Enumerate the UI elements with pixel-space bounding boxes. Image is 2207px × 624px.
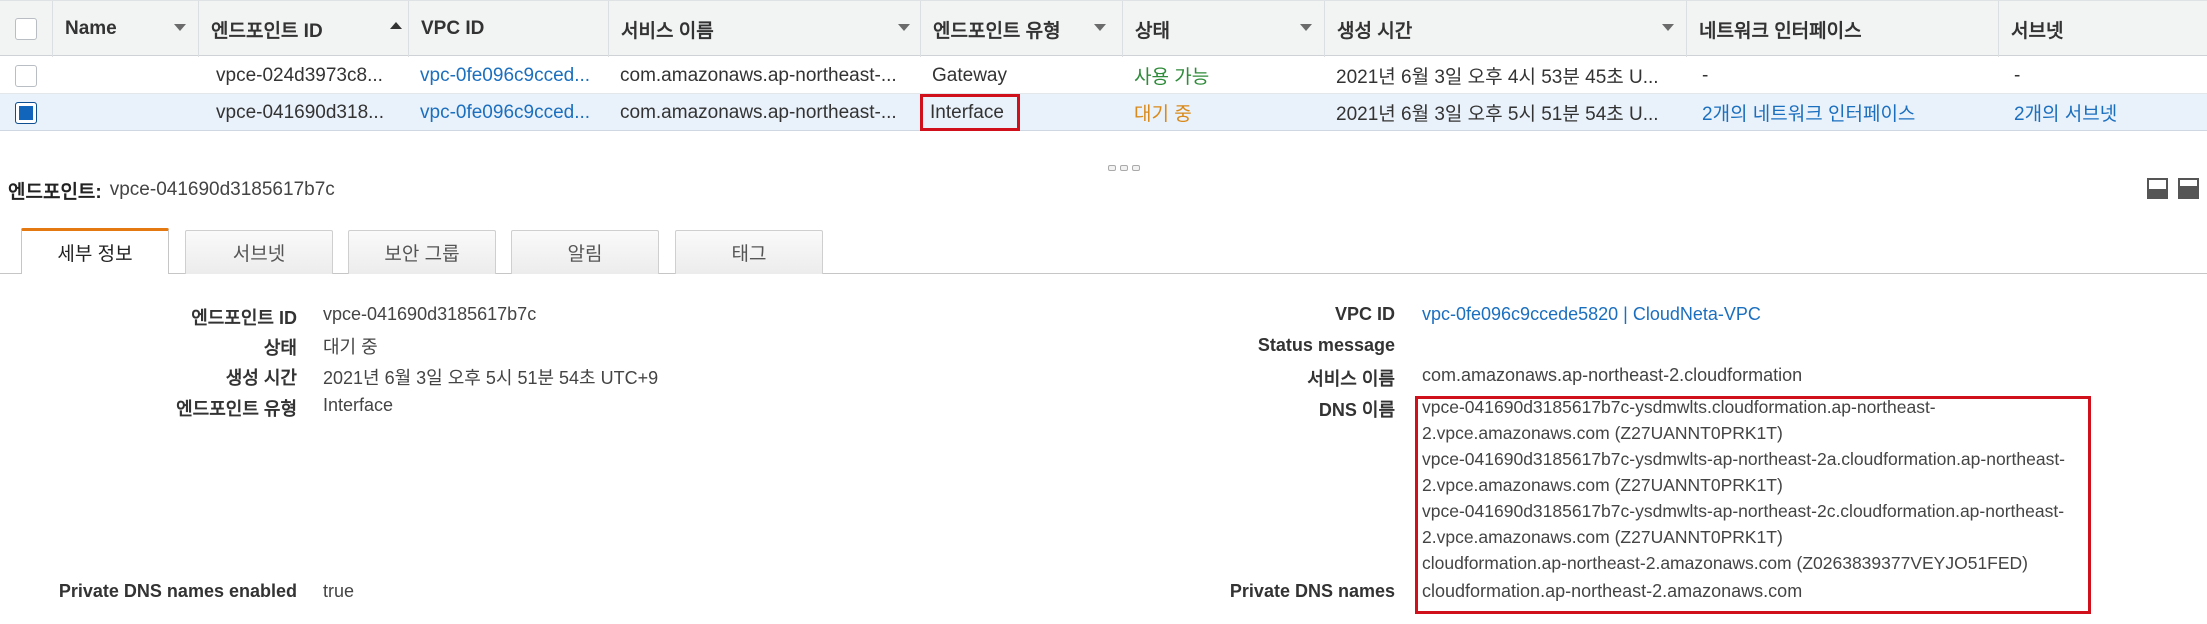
cell-created: 2021년 6월 3일 오후 5시 51분 54초 U... [1336, 104, 1659, 125]
status-message-label: Status message [1257, 335, 1395, 355]
tab-security-groups[interactable]: 보안 그룹 [348, 230, 496, 274]
private-dns-enabled-value: true [323, 581, 355, 601]
column-header-service-name-label: 서비스 이름 [621, 20, 714, 42]
column-header-vpc-id[interactable]: VPC ID [408, 1, 608, 57]
cell-service-name: com.amazonaws.ap-northeast-... [620, 64, 897, 86]
cell-endpoint-type: Gateway [932, 64, 1007, 86]
column-header-endpoint-type[interactable]: 엔드포인트 유형 [920, 1, 1118, 57]
dns-name-line: vpce-041690d3185617b7c-ysdmwlts.cloudfor… [1422, 397, 1936, 417]
detail-title-label: 엔드포인트: [8, 181, 102, 203]
drag-handle-icon[interactable] [1108, 165, 1140, 171]
sort-down-icon [1094, 24, 1106, 31]
vpc-id-link[interactable]: vpc-0fe096c9ccede5820 | CloudNeta-VPC [1422, 304, 1761, 325]
cell-vpc-id-link[interactable]: vpc-0fe096c9cced... [408, 94, 606, 131]
dns-name-line: cloudformation.ap-northeast-2.amazonaws.… [1422, 553, 2029, 573]
cell-created: 2021년 6월 3일 오후 4시 53분 45초 U... [1336, 67, 1659, 88]
created-label: 생성 시간 [225, 368, 297, 388]
sort-down-icon [174, 24, 186, 31]
cell-service-name: com.amazonaws.ap-northeast-... [620, 101, 897, 123]
dns-name-line: 2.vpce.amazonaws.com (Z27UANNT0PRK1T) [1422, 527, 1783, 547]
table-row[interactable]: vpce-024d3973c8... vpc-0fe096c9cced... c… [0, 57, 2207, 94]
cell-subnets-link[interactable]: 2개의 서브넷 [2002, 94, 2207, 131]
column-header-status[interactable]: 상태 [1122, 1, 1324, 57]
cell-endpoint-id: vpce-041690d318... [216, 101, 384, 123]
column-header-endpoint-id-label: 엔드포인트 ID [211, 20, 323, 42]
cell-endpoint-type-highlighted: Interface [920, 94, 1020, 131]
service-name-label: 서비스 이름 [1307, 369, 1395, 389]
column-header-network-interfaces[interactable]: 네트워크 인터페이스 [1686, 1, 1998, 57]
detail-title: 엔드포인트: vpce-041690d3185617b7c [8, 176, 335, 204]
status-value: 대기 중 [323, 337, 378, 357]
sort-up-icon [390, 22, 402, 29]
column-header-endpoint-id[interactable]: 엔드포인트 ID [198, 1, 414, 57]
sort-down-icon [1662, 24, 1674, 31]
cell-endpoint-id: vpce-024d3973c8... [216, 64, 383, 86]
dns-name-line: 2.vpce.amazonaws.com (Z27UANNT0PRK1T) [1422, 423, 1783, 443]
detail-title-value: vpce-041690d3185617b7c [109, 179, 335, 200]
dns-name-line: vpce-041690d3185617b7c-ysdmwlts-ap-north… [1422, 449, 2066, 469]
select-all-checkbox[interactable] [0, 1, 52, 57]
pane-size-controls [2147, 178, 2199, 199]
column-header-subnets[interactable]: 서브넷 [1998, 1, 2207, 57]
table-header: Name 엔드포인트 ID VPC ID 서비스 이름 엔드포인트 유형 상태 … [0, 0, 2207, 57]
sort-down-icon [898, 24, 910, 31]
column-header-created-label: 생성 시간 [1337, 20, 1413, 42]
endpoints-table: Name 엔드포인트 ID VPC ID 서비스 이름 엔드포인트 유형 상태 … [0, 0, 2207, 131]
cell-subnets: - [2014, 64, 2021, 86]
created-value: 2021년 6월 3일 오후 5시 51분 54초 UTC+9 [323, 368, 659, 388]
private-dns-names-value: cloudformation.ap-northeast-2.amazonaws.… [1422, 581, 1803, 601]
column-header-name[interactable]: Name [52, 1, 198, 57]
sort-down-icon [1300, 24, 1312, 31]
detail-tabs: 세부 정보 서브넷 보안 그룹 알림 태그 [0, 228, 2207, 274]
column-header-endpoint-type-label: 엔드포인트 유형 [933, 20, 1061, 42]
maximize-pane-icon[interactable] [2178, 178, 2199, 199]
column-header-status-label: 상태 [1135, 20, 1170, 42]
dns-names-label: DNS 이름 [1318, 400, 1395, 420]
cell-network-interfaces: - [1702, 64, 1709, 86]
column-header-subnets-label: 서브넷 [2011, 20, 2064, 42]
endpoint-type-value: Interface [323, 395, 394, 415]
status-label: 상태 [263, 338, 297, 358]
cell-status: 사용 가능 [1134, 67, 1210, 88]
column-header-vpc-id-label: VPC ID [421, 18, 485, 39]
endpoint-type-label: 엔드포인트 유형 [176, 399, 297, 419]
private-dns-names-label: Private DNS names [1229, 581, 1395, 601]
endpoint-id-label: 엔드포인트 ID [191, 308, 297, 328]
cell-status: 대기 중 [1134, 104, 1192, 125]
dns-name-line: 2.vpce.amazonaws.com (Z27UANNT0PRK1T) [1422, 475, 1783, 495]
endpoint-id-value: vpce-041690d3185617b7c [323, 304, 537, 324]
row-checkbox[interactable] [0, 94, 52, 131]
column-header-network-interfaces-label: 네트워크 인터페이스 [1699, 20, 1862, 42]
vpc-id-label: VPC ID [1334, 304, 1395, 324]
column-header-service-name[interactable]: 서비스 이름 [608, 1, 922, 57]
dns-name-line: vpce-041690d3185617b7c-ysdmwlts-ap-north… [1422, 501, 2065, 521]
service-name-value: com.amazonaws.ap-northeast-2.cloudformat… [1422, 365, 1803, 385]
column-header-created[interactable]: 생성 시간 [1324, 1, 1686, 57]
restore-pane-icon[interactable] [2147, 178, 2168, 199]
private-dns-enabled-label: Private DNS names enabled [58, 581, 297, 601]
tab-subnets[interactable]: 서브넷 [185, 230, 333, 274]
column-header-name-label: Name [65, 18, 117, 39]
tab-notifications[interactable]: 알림 [511, 230, 659, 274]
cell-vpc-id-link[interactable]: vpc-0fe096c9cced... [408, 57, 606, 94]
row-checkbox[interactable] [0, 57, 52, 94]
cell-network-interfaces-link[interactable]: 2개의 네트워크 인터페이스 [1690, 94, 1998, 131]
tab-tags[interactable]: 태그 [675, 230, 823, 274]
table-row-selected[interactable]: vpce-041690d318... vpc-0fe096c9cced... c… [0, 94, 2207, 131]
tab-details[interactable]: 세부 정보 [21, 228, 169, 274]
pane-splitter[interactable] [0, 160, 2207, 174]
